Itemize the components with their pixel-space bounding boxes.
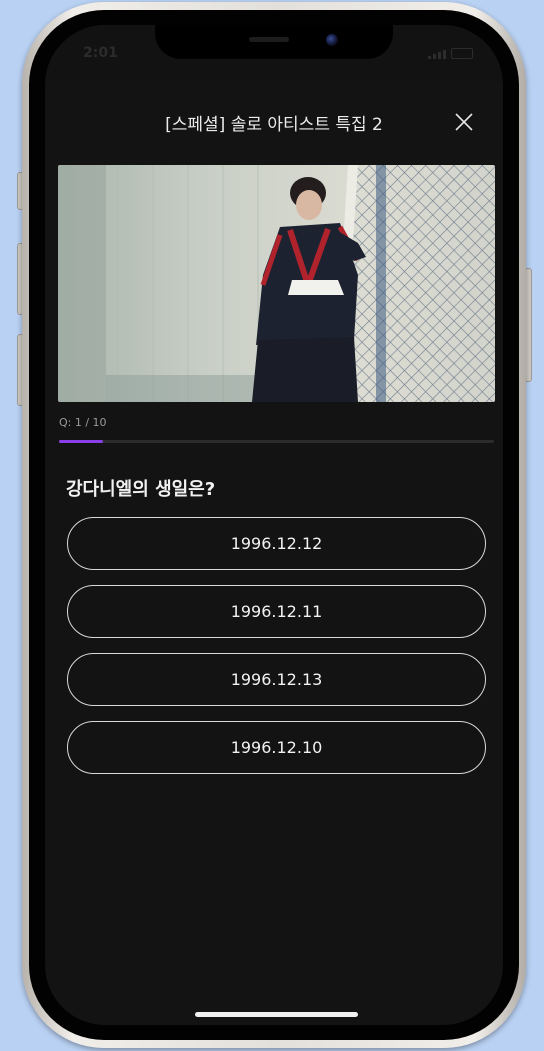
battery-icon: [451, 48, 473, 59]
answer-option-4[interactable]: 1996.12.10: [67, 721, 486, 774]
answer-options: 1996.12.12 1996.12.11 1996.12.13 1996.12…: [67, 517, 486, 789]
quiz-progress-bar: [59, 440, 494, 443]
quiz-progress-fill: [59, 440, 103, 443]
app-screen: 2:01 [스페셜] 솔로 아티스트 특집 2 Q: 1 / 10 강다니엘의 …: [45, 25, 503, 1025]
speaker-grille: [249, 37, 289, 42]
answer-option-3[interactable]: 1996.12.13: [67, 653, 486, 706]
quiz-header: [스페셜] 솔로 아티스트 특집 2: [45, 100, 503, 144]
status-time: 2:01: [83, 45, 118, 61]
answer-option-2[interactable]: 1996.12.11: [67, 585, 486, 638]
front-camera: [326, 34, 338, 46]
answer-option-1[interactable]: 1996.12.12: [67, 517, 486, 570]
question-photo: [58, 165, 495, 402]
quiz-title: [스페셜] 솔로 아티스트 특집 2: [165, 115, 383, 135]
question-text: 강다니엘의 생일은?: [66, 479, 216, 500]
close-button[interactable]: [451, 109, 477, 135]
home-indicator[interactable]: [195, 1012, 358, 1017]
signal-icon: [428, 50, 446, 59]
question-counter: Q: 1 / 10: [59, 416, 107, 429]
status-icons: [428, 48, 473, 59]
notch: [155, 25, 393, 59]
close-icon: [455, 113, 473, 131]
